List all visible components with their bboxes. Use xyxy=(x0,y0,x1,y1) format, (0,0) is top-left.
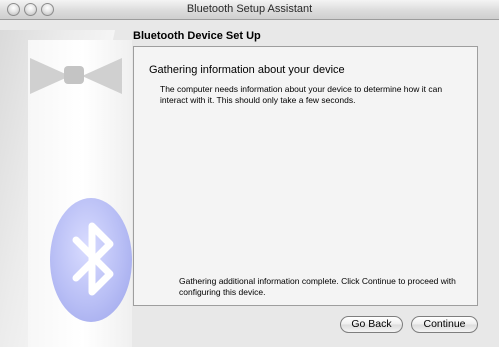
window-title: Bluetooth Setup Assistant xyxy=(186,3,313,15)
tuxedo-illustration xyxy=(0,20,132,347)
bowtie-knot xyxy=(64,66,84,84)
bluetooth-icon xyxy=(72,222,114,296)
title-bar[interactable]: Bluetooth Setup Assistant xyxy=(0,0,499,20)
panel-description: The computer needs information about you… xyxy=(160,84,443,105)
status-message: Gathering additional information complet… xyxy=(179,276,456,297)
panel-title: Gathering information about your device xyxy=(149,64,345,76)
page-heading: Bluetooth Device Set Up xyxy=(133,30,261,42)
content-panel: Gathering information about your device … xyxy=(133,46,478,306)
go-back-button[interactable]: Go Back xyxy=(340,316,403,333)
setup-assistant-window: Bluetooth Setup Assistant Bluetooth Devi… xyxy=(0,0,499,347)
continue-button[interactable]: Continue xyxy=(411,316,478,333)
